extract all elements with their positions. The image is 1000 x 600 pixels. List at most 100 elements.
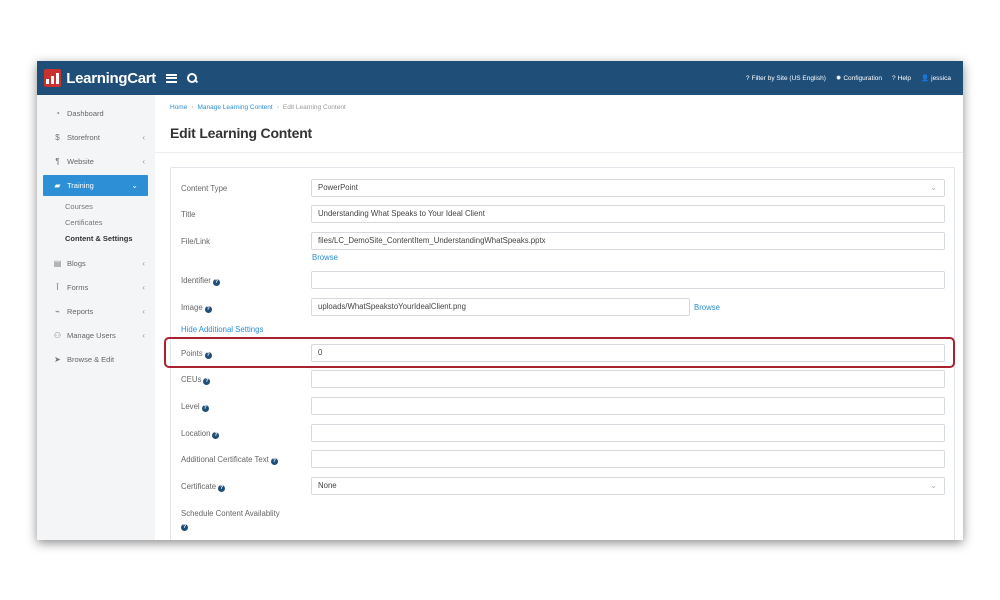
schedule-label: Schedule Content Availablity? bbox=[181, 508, 280, 532]
title-input[interactable]: Understanding What Speaks to Your Ideal … bbox=[311, 205, 945, 223]
sidebar: ◔ Dashboard $ Storefront ‹ ¶ Website ‹ ▰… bbox=[37, 95, 155, 540]
certificate-value: None bbox=[318, 481, 337, 490]
chevron-left-icon: ‹ bbox=[142, 306, 145, 316]
newspaper-icon: ▤ bbox=[53, 258, 62, 268]
sidebar-item-label: Blogs bbox=[67, 258, 86, 268]
chevron-down-icon: ⌄ bbox=[930, 183, 937, 192]
sidebar-item-reports[interactable]: ⌁ Reports ‹ bbox=[37, 299, 155, 323]
top-bar: LearningCart ? Filter by Site (US Englis… bbox=[37, 61, 963, 95]
content-type-select[interactable]: PowerPoint ⌄ bbox=[311, 179, 945, 197]
chevron-down-icon: ⌄ bbox=[930, 481, 937, 490]
additional-certificate-text-input[interactable] bbox=[311, 450, 945, 468]
ceus-label: CEUs? bbox=[181, 375, 211, 385]
breadcrumb-current: Edit Learning Content bbox=[282, 104, 346, 111]
info-icon[interactable]: ? bbox=[270, 458, 278, 465]
help-button[interactable]: ? Help bbox=[892, 75, 911, 82]
image-label: Image? bbox=[181, 303, 212, 313]
breadcrumb: Home › Manage Learning Content › Edit Learni… bbox=[170, 104, 346, 111]
help-label: Help bbox=[897, 74, 912, 82]
sidebar-item-label: Storefront bbox=[67, 132, 100, 142]
dollar-icon: $ bbox=[55, 132, 60, 142]
paragraph-icon: ¶ bbox=[55, 156, 60, 166]
users-icon: ⚇ bbox=[53, 330, 62, 340]
sidebar-item-manage-users[interactable]: ⚇ Manage Users ‹ bbox=[37, 323, 155, 347]
file-link-input[interactable]: files/LC_DemoSite_ContentItem_Understand… bbox=[311, 232, 945, 250]
sidebar-subitem-courses[interactable]: Courses bbox=[65, 199, 155, 215]
ceus-input[interactable] bbox=[311, 370, 945, 388]
sidebar-item-training[interactable]: ▰ Training ⌄ bbox=[43, 175, 148, 196]
logo[interactable]: LearningCart bbox=[44, 69, 156, 87]
sidebar-item-blogs[interactable]: ▤ Blogs ‹ bbox=[37, 251, 155, 275]
chevron-down-icon: ⌄ bbox=[131, 181, 138, 190]
location-input[interactable] bbox=[311, 424, 945, 442]
training-submenu: Courses Certificates Content & Settings bbox=[37, 196, 155, 251]
forms-icon: Ī bbox=[56, 282, 59, 292]
sidebar-item-forms[interactable]: Ī Forms ‹ bbox=[37, 275, 155, 299]
identifier-input[interactable] bbox=[311, 271, 945, 289]
ceus-label-text: CEUs bbox=[181, 375, 202, 384]
chevron-left-icon: ‹ bbox=[142, 282, 145, 292]
image-label-text: Image bbox=[181, 303, 203, 312]
search-icon[interactable] bbox=[187, 73, 197, 83]
filter-by-site-button[interactable]: ? Filter by Site (US English) bbox=[746, 75, 826, 82]
sidebar-item-label: Forms bbox=[67, 282, 89, 292]
sidebar-item-label: Training bbox=[67, 181, 94, 190]
info-icon[interactable]: ? bbox=[181, 524, 188, 531]
location-label: Location? bbox=[181, 429, 220, 439]
chevron-left-icon: ‹ bbox=[142, 258, 145, 268]
hamburger-icon bbox=[166, 73, 177, 83]
identifier-label: Identifier? bbox=[181, 276, 220, 286]
breadcrumb-home-link[interactable]: Home bbox=[170, 104, 187, 111]
user-icon: 👤 bbox=[921, 75, 930, 82]
main-content: Home › Manage Learning Content › Edit Learni… bbox=[155, 95, 963, 540]
filter-by-site-label: Filter by Site (US English) bbox=[751, 74, 826, 82]
chart-icon: ⌁ bbox=[55, 306, 60, 316]
schedule-label-text: Schedule Content Availablity bbox=[181, 509, 280, 518]
info-icon[interactable]: ? bbox=[212, 432, 220, 439]
breadcrumb-manage-link[interactable]: Manage Learning Content bbox=[198, 104, 273, 111]
info-icon[interactable]: ? bbox=[212, 279, 220, 286]
image-input[interactable]: uploads/WhatSpeakstoYourIdealClient.png bbox=[311, 298, 690, 316]
hide-additional-settings-link[interactable]: Hide Additional Settings bbox=[181, 325, 263, 334]
logo-icon bbox=[44, 69, 62, 87]
sidebar-item-label: Reports bbox=[67, 306, 94, 316]
graduation-cap-icon: ▰ bbox=[54, 181, 61, 190]
menu-toggle-button[interactable] bbox=[166, 73, 177, 83]
info-icon[interactable]: ? bbox=[203, 378, 211, 385]
info-icon[interactable]: ? bbox=[204, 306, 212, 313]
sidebar-item-storefront[interactable]: $ Storefront ‹ bbox=[37, 125, 155, 149]
level-input[interactable] bbox=[311, 397, 945, 415]
info-icon[interactable]: ? bbox=[201, 405, 209, 412]
sidebar-subitem-content-settings[interactable]: Content & Settings bbox=[65, 231, 155, 247]
additional-certificate-text-label: Additional Certificate Text? bbox=[181, 455, 278, 465]
location-label-text: Location bbox=[181, 429, 211, 438]
sidebar-item-label: Dashboard bbox=[67, 108, 104, 118]
certificate-select[interactable]: None ⌄ bbox=[311, 477, 945, 495]
dashboard-icon: ◔ bbox=[55, 108, 60, 118]
sidebar-item-label: Website bbox=[67, 156, 94, 166]
gear-icon: ✹ bbox=[835, 75, 842, 82]
info-icon[interactable]: ? bbox=[218, 485, 226, 492]
configuration-button[interactable]: ✹ Configuration bbox=[835, 74, 883, 83]
help-icon: ? bbox=[892, 74, 896, 82]
sidebar-item-website[interactable]: ¶ Website ‹ bbox=[37, 149, 155, 173]
sidebar-subitem-certificates[interactable]: Certificates bbox=[65, 215, 155, 231]
sidebar-item-dashboard[interactable]: ◔ Dashboard bbox=[37, 101, 155, 125]
chevron-left-icon: ‹ bbox=[142, 156, 145, 166]
certificate-label-text: Certificate bbox=[181, 482, 217, 491]
user-name: jessica bbox=[931, 74, 951, 82]
sidebar-item-label: Manage Users bbox=[67, 330, 116, 340]
content-type-value: PowerPoint bbox=[318, 183, 358, 192]
user-menu-button[interactable]: 👤 jessica bbox=[921, 74, 951, 83]
level-label-text: Level bbox=[181, 402, 200, 411]
file-browse-link[interactable]: Browse bbox=[312, 253, 338, 262]
identifier-label-text: Identifier bbox=[181, 276, 211, 285]
image-browse-link[interactable]: Browse bbox=[694, 303, 720, 312]
additional-certificate-label-text: Additional Certificate Text bbox=[181, 455, 269, 464]
configuration-label: Configuration bbox=[843, 74, 883, 82]
brand-name: LearningCart bbox=[66, 69, 156, 87]
pointer-icon: ➤ bbox=[54, 354, 61, 364]
page-title: Edit Learning Content bbox=[170, 125, 313, 141]
content-type-label: Content Type bbox=[181, 184, 228, 193]
sidebar-item-browse-edit[interactable]: ➤ Browse & Edit bbox=[37, 347, 155, 371]
